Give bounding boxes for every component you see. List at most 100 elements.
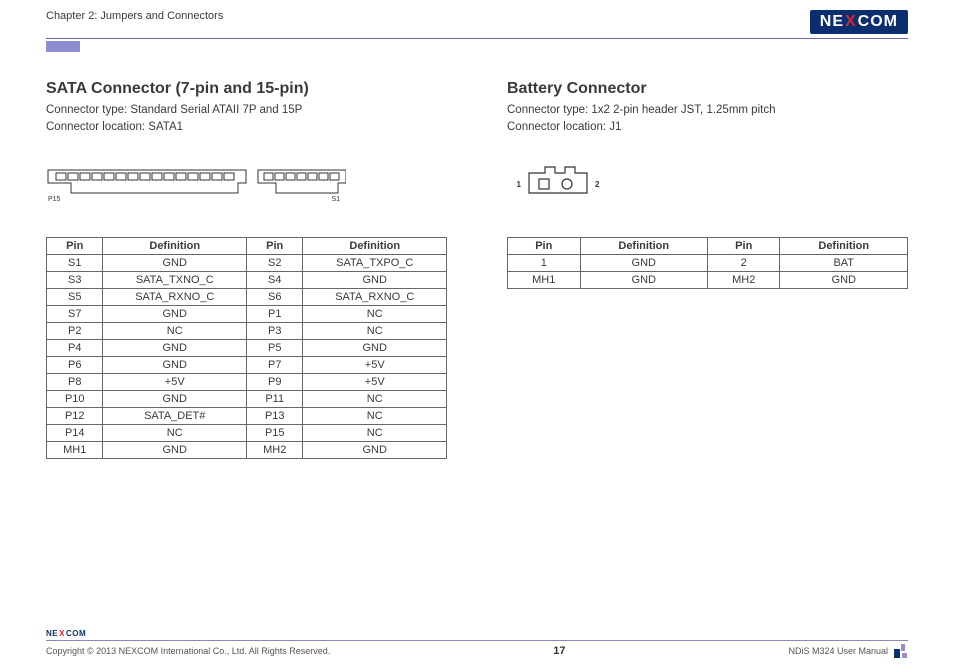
table-row: MH1GNDMH2GND: [508, 272, 908, 289]
header-accent: [46, 41, 80, 52]
sata-title: SATA Connector (7-pin and 15-pin): [46, 80, 447, 98]
brand-x: X: [844, 13, 858, 31]
table-cell: NC: [303, 408, 447, 425]
sata-diagram-s1: S1: [331, 196, 340, 203]
table-cell: GND: [580, 272, 707, 289]
table-cell: MH1: [47, 442, 103, 459]
th-pin: Pin: [47, 238, 103, 255]
footer-rule: [46, 640, 908, 641]
table-cell: P6: [47, 357, 103, 374]
sata-location: Connector location: SATA1: [46, 119, 447, 136]
sata-diagram-p15: P15: [48, 196, 61, 203]
table-cell: P2: [47, 323, 103, 340]
table-row: P6GNDP7+5V: [47, 357, 447, 374]
table-cell: +5V: [103, 374, 247, 391]
table-cell: S2: [246, 255, 302, 272]
table-cell: S1: [47, 255, 103, 272]
brand-right: COM: [858, 13, 898, 31]
table-cell: MH2: [707, 272, 780, 289]
table-cell: P5: [246, 340, 302, 357]
brand-logo: NEXCOM: [810, 10, 908, 34]
table-cell: GND: [580, 255, 707, 272]
chapter-label: Chapter 2: Jumpers and Connectors: [46, 10, 223, 22]
batt-title: Battery Connector: [507, 80, 908, 98]
table-cell: P3: [246, 323, 302, 340]
table-cell: NC: [303, 323, 447, 340]
table-cell: GND: [103, 255, 247, 272]
table-cell: P13: [246, 408, 302, 425]
table-cell: P1: [246, 306, 302, 323]
table-cell: SATA_TXNO_C: [103, 272, 247, 289]
table-cell: MH1: [508, 272, 581, 289]
table-row: P2NCP3NC: [47, 323, 447, 340]
table-cell: NC: [303, 425, 447, 442]
table-cell: SATA_DET#: [103, 408, 247, 425]
table-cell: P14: [47, 425, 103, 442]
copyright: Copyright © 2013 NEXCOM International Co…: [46, 646, 330, 656]
table-row: P14NCP15NC: [47, 425, 447, 442]
table-cell: P10: [47, 391, 103, 408]
table-row: S1GNDS2SATA_TXPO_C: [47, 255, 447, 272]
table-cell: GND: [780, 272, 908, 289]
th-pin2: Pin: [707, 238, 780, 255]
table-cell: SATA_RXNO_C: [303, 289, 447, 306]
table-cell: S5: [47, 289, 103, 306]
th-def2: Definition: [780, 238, 908, 255]
table-row: S7GNDP1NC: [47, 306, 447, 323]
table-cell: P7: [246, 357, 302, 374]
table-cell: GND: [103, 442, 247, 459]
batt-type: Connector type: 1x2 2-pin header JST, 1.…: [507, 102, 908, 119]
table-cell: GND: [303, 442, 447, 459]
table-cell: +5V: [303, 374, 447, 391]
table-row: S3SATA_TXNO_CS4GND: [47, 272, 447, 289]
table-cell: 1: [508, 255, 581, 272]
page-number: 17: [553, 645, 565, 657]
table-row: 1GND2BAT: [508, 255, 908, 272]
table-cell: P12: [47, 408, 103, 425]
batt-pin-1: 1: [517, 180, 522, 189]
sata-diagram: P15 S1: [46, 163, 447, 203]
table-cell: NC: [103, 323, 247, 340]
manual-name: NDiS M324 User Manual: [788, 646, 888, 656]
table-row: MH1GNDMH2GND: [47, 442, 447, 459]
batt-pin-2: 2: [595, 180, 600, 189]
table-cell: S7: [47, 306, 103, 323]
th-pin2: Pin: [246, 238, 302, 255]
table-cell: NC: [103, 425, 247, 442]
th-def: Definition: [103, 238, 247, 255]
table-row: P12SATA_DET#P13NC: [47, 408, 447, 425]
table-cell: S4: [246, 272, 302, 289]
table-cell: S6: [246, 289, 302, 306]
sata-type: Connector type: Standard Serial ATAII 7P…: [46, 102, 447, 119]
brand-left: NE: [820, 13, 844, 31]
table-cell: P15: [246, 425, 302, 442]
footer-logo: NEXCOM: [46, 629, 908, 638]
table-cell: GND: [103, 357, 247, 374]
th-def: Definition: [580, 238, 707, 255]
batt-pin-table: Pin Definition Pin Definition 1GND2BATMH…: [507, 237, 908, 289]
th-def2: Definition: [303, 238, 447, 255]
table-cell: BAT: [780, 255, 908, 272]
th-pin: Pin: [508, 238, 581, 255]
table-cell: GND: [103, 306, 247, 323]
table-cell: P8: [47, 374, 103, 391]
batt-diagram: 1 2: [507, 163, 908, 203]
table-cell: S3: [47, 272, 103, 289]
table-cell: MH2: [246, 442, 302, 459]
table-cell: NC: [303, 306, 447, 323]
table-cell: SATA_TXPO_C: [303, 255, 447, 272]
footer: NEXCOM Copyright © 2013 NEXCOM Internati…: [46, 629, 908, 658]
table-cell: GND: [303, 340, 447, 357]
table-cell: P11: [246, 391, 302, 408]
table-cell: GND: [103, 340, 247, 357]
sata-pin-table: Pin Definition Pin Definition S1GNDS2SAT…: [46, 237, 447, 459]
table-row: P4GNDP5GND: [47, 340, 447, 357]
table-cell: SATA_RXNO_C: [103, 289, 247, 306]
batt-location: Connector location: J1: [507, 119, 908, 136]
table-cell: GND: [103, 391, 247, 408]
table-row: S5SATA_RXNO_CS6SATA_RXNO_C: [47, 289, 447, 306]
table-cell: GND: [303, 272, 447, 289]
header-rule: [46, 38, 908, 39]
table-cell: NC: [303, 391, 447, 408]
table-cell: P4: [47, 340, 103, 357]
